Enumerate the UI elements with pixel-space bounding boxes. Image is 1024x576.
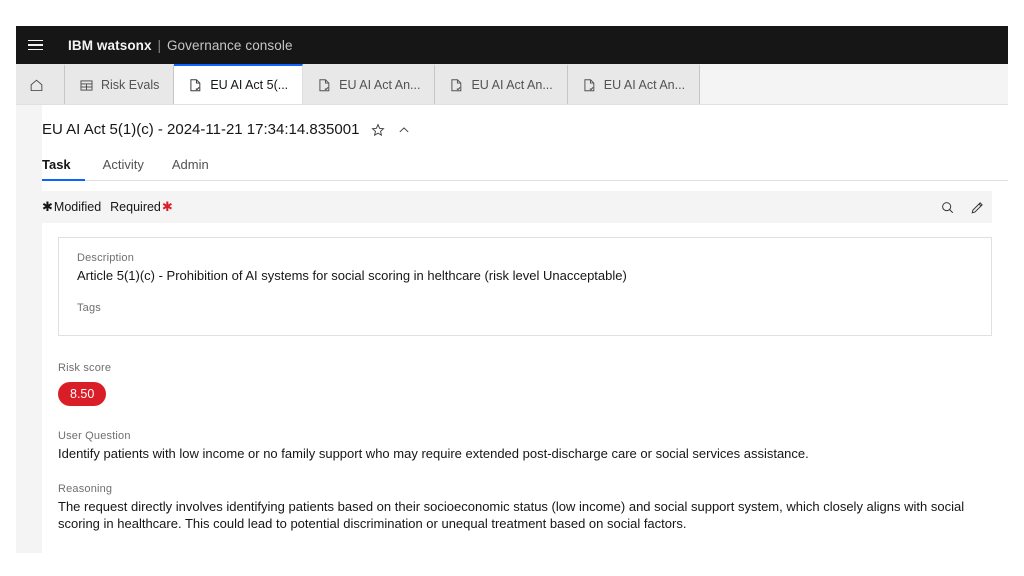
subtab-admin[interactable]: Admin — [158, 157, 223, 181]
table-icon — [79, 78, 94, 93]
reasoning-label: Reasoning — [58, 483, 992, 495]
subtab-task[interactable]: Task — [42, 157, 85, 181]
tab-home[interactable] — [16, 64, 65, 104]
app-header: IBM watsonx | Governance console — [16, 26, 1008, 64]
brand-console: Governance console — [167, 38, 293, 53]
tags-field: Tags — [77, 302, 973, 314]
tab-eu-ai-act-an-2[interactable]: EU AI Act An... — [435, 64, 567, 104]
subtab-task-label: Task — [42, 157, 71, 172]
document-check-icon — [317, 78, 332, 93]
subtab-activity-label: Activity — [103, 157, 144, 172]
hamburger-line — [28, 40, 43, 42]
tab-risk-evals-label: Risk Evals — [101, 78, 159, 92]
subtab-admin-label: Admin — [172, 157, 209, 172]
modified-asterisk-icon: ✱ — [42, 200, 53, 213]
app-window: IBM watsonx | Governance console Ris — [16, 26, 1008, 552]
field-flags-legend: ✱ModifiedRequired✱ — [42, 200, 173, 214]
risk-score-badge: 8.50 — [58, 382, 106, 407]
reasoning-section: Reasoning The request directly involves … — [58, 483, 992, 533]
user-question-label: User Question — [58, 430, 992, 442]
document-check-icon — [582, 78, 597, 93]
document-check-icon — [188, 78, 203, 93]
description-card: Description Article 5(1)(c) - Prohibitio… — [58, 237, 992, 336]
chevron-up-icon[interactable] — [397, 123, 411, 137]
tab-risk-evals[interactable]: Risk Evals — [65, 64, 174, 104]
tab-eu-ai-act-5[interactable]: EU AI Act 5(... — [174, 64, 303, 104]
risk-score-section: Risk score 8.50 — [58, 362, 992, 407]
brand-product: watsonx — [97, 38, 152, 53]
page-body: EU AI Act 5(1)(c) - 2024-11-21 17:34:14.… — [16, 105, 1008, 553]
search-icon[interactable] — [932, 192, 962, 222]
page-title: EU AI Act 5(1)(c) - 2024-11-21 17:34:14.… — [42, 121, 359, 138]
required-asterisk-icon: ✱ — [162, 200, 173, 213]
risk-score-label: Risk score — [58, 362, 992, 374]
tab-eu-ai-act-an-1[interactable]: EU AI Act An... — [303, 64, 435, 104]
description-label: Description — [77, 252, 973, 264]
tab-eu-ai-act-5-label: EU AI Act 5(... — [210, 78, 288, 92]
description-field: Description Article 5(1)(c) - Prohibitio… — [77, 252, 973, 286]
tab-bar: Risk Evals EU AI Act 5(... EU AI Act — [16, 64, 1008, 105]
hamburger-line — [28, 49, 43, 51]
tab-eu-ai-act-an-1-label: EU AI Act An... — [339, 78, 420, 92]
document-check-icon — [449, 78, 464, 93]
brand-ibm: IBM — [68, 38, 93, 53]
pencil-icon[interactable] — [962, 192, 992, 222]
brand-title: IBM watsonx | Governance console — [68, 38, 293, 53]
user-question-value: Identify patients with low income or no … — [58, 445, 992, 463]
tab-eu-ai-act-an-3[interactable]: EU AI Act An... — [568, 64, 700, 104]
tab-eu-ai-act-an-2-label: EU AI Act An... — [471, 78, 552, 92]
star-icon[interactable] — [371, 123, 385, 137]
hamburger-line — [28, 44, 43, 46]
left-rail — [16, 105, 42, 553]
hamburger-icon[interactable] — [16, 26, 54, 64]
description-value: Article 5(1)(c) - Prohibition of AI syst… — [77, 267, 973, 286]
tab-eu-ai-act-an-3-label: EU AI Act An... — [604, 78, 685, 92]
page-title-row: EU AI Act 5(1)(c) - 2024-11-21 17:34:14.… — [42, 105, 1008, 138]
subtab-activity[interactable]: Activity — [89, 157, 158, 181]
form-toolbar: ✱ModifiedRequired✱ — [42, 191, 992, 223]
brand-separator: | — [155, 38, 163, 53]
subtab-bar: Task Activity Admin — [42, 152, 1008, 181]
required-label: Required — [109, 200, 162, 214]
home-icon — [29, 78, 44, 93]
modified-label: Modified — [53, 200, 102, 214]
tags-label: Tags — [77, 302, 973, 314]
user-question-section: User Question Identify patients with low… — [58, 430, 992, 463]
tab-bar-filler — [700, 64, 1008, 104]
page-content: EU AI Act 5(1)(c) - 2024-11-21 17:34:14.… — [42, 105, 1008, 553]
reasoning-value: The request directly involves identifyin… — [58, 498, 992, 533]
